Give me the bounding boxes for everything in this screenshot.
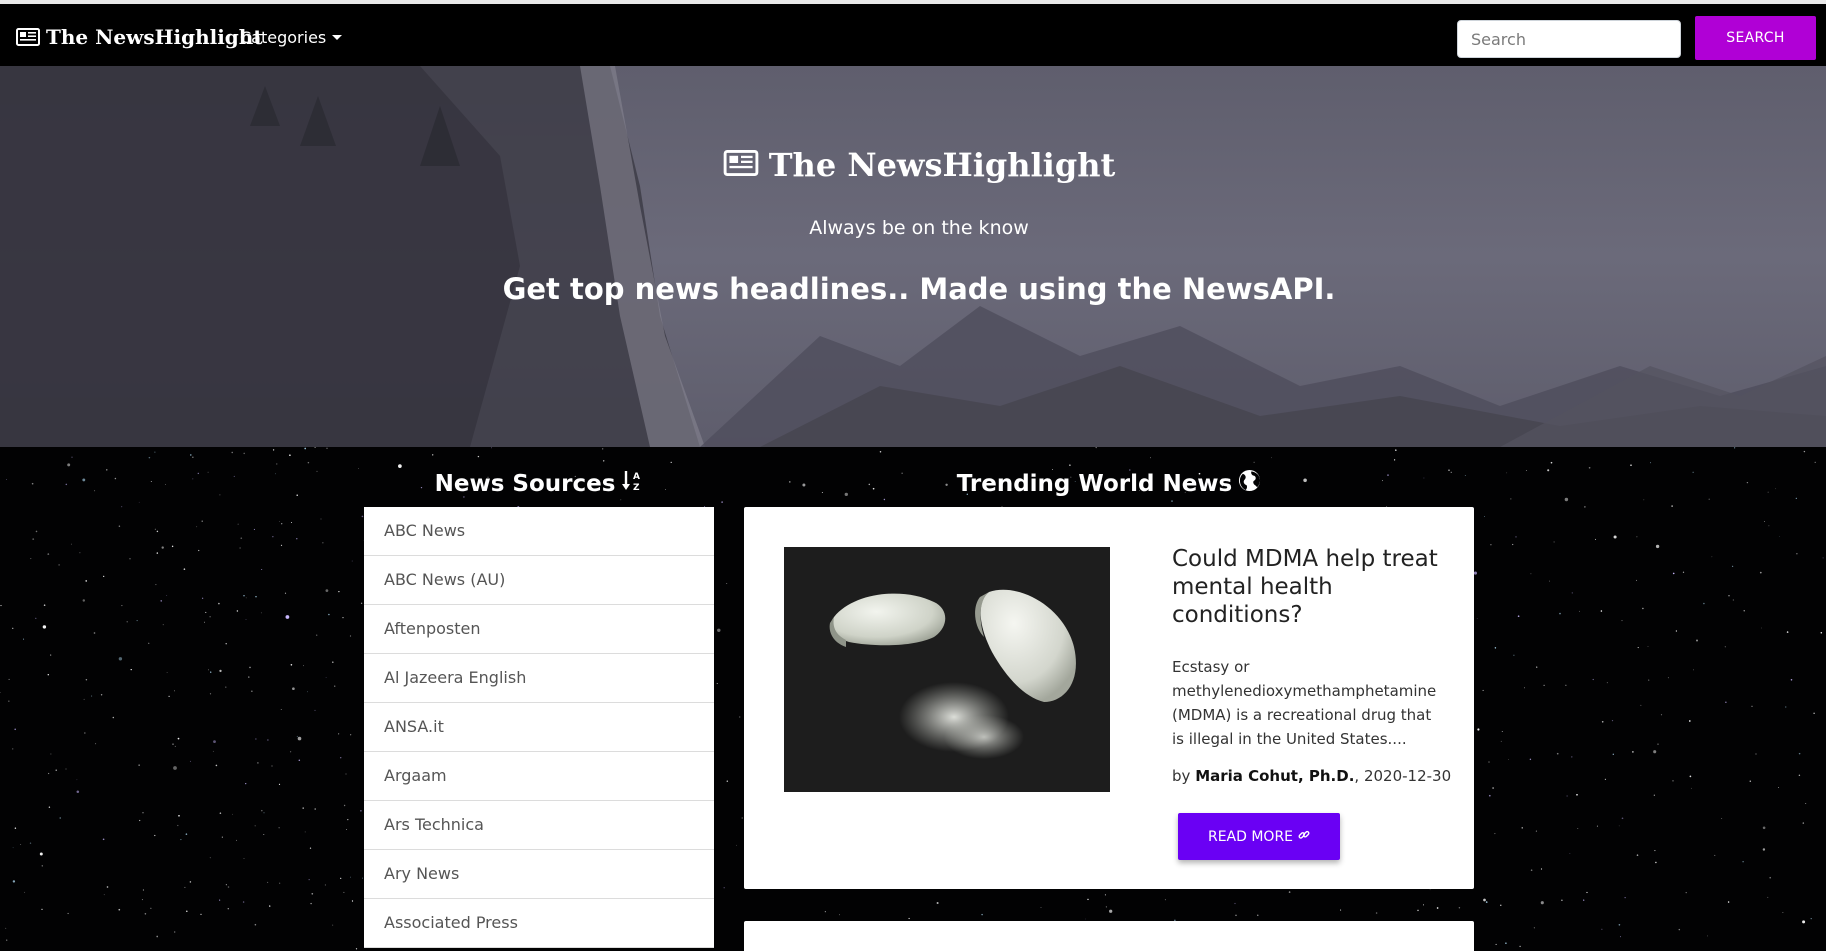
newspaper-icon [16,28,40,46]
hero-title-text: The NewsHighlight [768,146,1116,184]
hero-subtitle: Get top news headlines.. Made using the … [502,272,1336,306]
source-item[interactable]: Associated Press [364,899,714,948]
source-item[interactable]: Aftenposten [364,605,714,654]
navbar: The NewsHighlight Categories SEARCH [0,0,1826,66]
article-description: Ecstasy or methylenedioxymethamphetamine… [1172,658,1437,748]
news-sources-heading-text: News Sources [434,471,616,497]
article-date: 2020-12-30 [1363,767,1452,785]
search-button[interactable]: SEARCH [1695,16,1816,60]
news-sources-heading: News Sources A Z [364,469,714,499]
source-item[interactable]: Ary News [364,850,714,899]
categories-dropdown[interactable]: Categories [240,24,343,50]
newspaper-icon [723,146,759,184]
article-card: Could MDMA help treat mental health cond… [744,507,1474,889]
hero-title: The NewsHighlight [0,146,1826,184]
categories-label: Categories [240,27,327,47]
article-image[interactable] [784,547,1110,792]
search-input[interactable] [1457,20,1681,58]
trending-news-heading: Trending World News [744,469,1474,498]
trending-news-heading-text: Trending World News [956,470,1233,497]
news-sources-list: ABC News ABC News (AU) Aftenposten Al Ja… [364,507,714,948]
article-byline: by Maria Cohut, Ph.D., 2020-12-30 [1172,767,1462,785]
byline-separator: , [1354,767,1360,785]
main-content: News Sources A Z ABC News ABC News (AU) … [0,447,1826,951]
svg-text:Z: Z [633,483,640,493]
source-item[interactable]: ABC News (AU) [364,556,714,605]
sort-alpha-down-icon[interactable]: A Z [621,469,643,499]
byline-prefix: by [1172,767,1191,785]
hero-tagline: Always be on the know [809,217,1029,239]
caret-down-icon [332,35,343,40]
mountain-background-image [0,66,1826,447]
brand-label: The NewsHighlight [46,25,263,49]
article-title[interactable]: Could MDMA help treat mental health cond… [1172,545,1442,629]
link-icon [1298,829,1310,845]
read-more-label: READ MORE [1207,828,1294,845]
source-item[interactable]: Ars Technica [364,801,714,850]
source-item[interactable]: ANSA.it [364,703,714,752]
read-more-button[interactable]: READ MORE [1178,813,1340,860]
article-author: Maria Cohut, Ph.D. [1195,767,1355,785]
article-card [744,921,1474,951]
source-item[interactable]: Argaam [364,752,714,801]
hero-banner: The NewsHighlight Always be on the know … [0,66,1826,447]
svg-text:A: A [633,472,640,482]
source-item[interactable]: ABC News [364,507,714,556]
globe-icon [1238,469,1261,498]
source-item[interactable]: Al Jazeera English [364,654,714,703]
brand-link[interactable]: The NewsHighlight [16,21,263,53]
